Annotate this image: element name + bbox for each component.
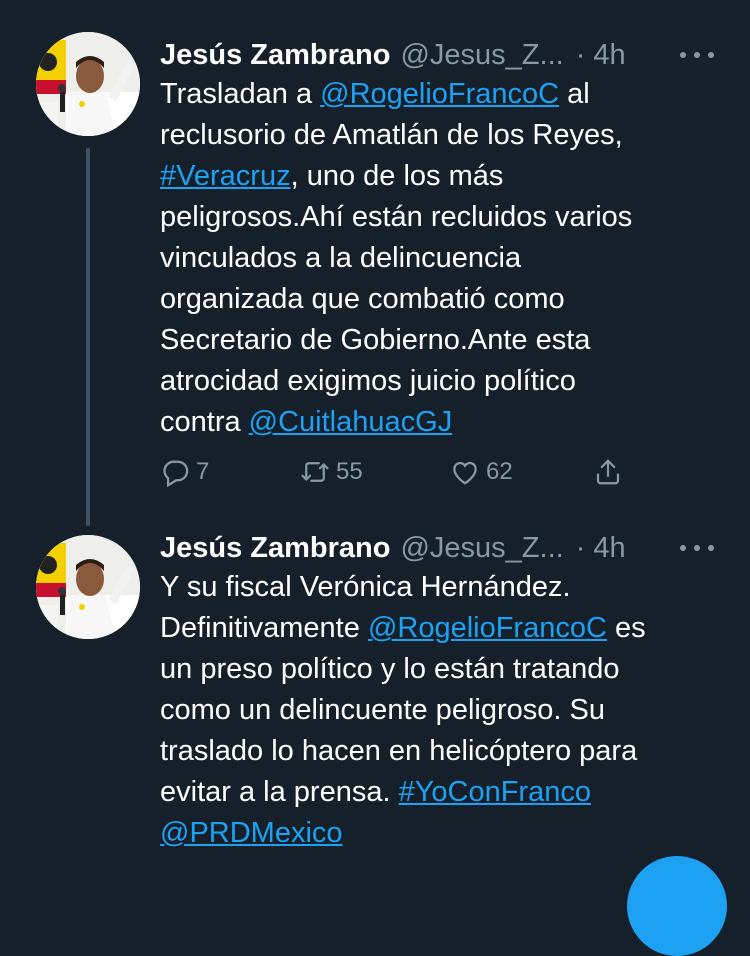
tweet-text-line: vinculados a la delincuencia [160, 238, 725, 279]
tweet-text-segment: Definitivamente [160, 612, 368, 644]
mention-link[interactable]: @PRDMexico [160, 817, 343, 849]
tweet-text-segment: atrocidad exigimos juicio político [160, 365, 576, 397]
tweet-text-line: reclusorio de Amatlán de los Reyes, [160, 115, 725, 156]
avatar-image [36, 32, 140, 136]
tweet-text-line: un preso político y lo están tratando [160, 649, 725, 690]
tweet-text-line: #Veracruz, uno de los más [160, 156, 725, 197]
tweet-text-line: contra @CuitlahuacGJ [160, 402, 725, 443]
tweet-text-segment: como un delincuente peligroso. Su [160, 694, 605, 726]
tweet-text-segment: contra [160, 406, 249, 438]
tweet-actions: 7 55 62 [160, 452, 640, 492]
tweet-text-line: Y su fiscal Verónica Hernández. [160, 567, 725, 608]
timestamp[interactable]: · 4h [576, 532, 626, 565]
tweet-text-segment: peligrosos.Ahí están recluidos varios [160, 201, 633, 233]
tweet-text-line: Secretario de Gobierno.Ante esta [160, 320, 725, 361]
like-button[interactable]: 62 [450, 452, 513, 492]
tweet[interactable]: Jesús Zambrano @Jesus_Z... · 4h Traslada… [0, 32, 750, 502]
hashtag-link[interactable]: #Veracruz [160, 160, 291, 192]
hashtag-link[interactable]: #YoConFranco [399, 776, 591, 808]
tweet-header: Jesús Zambrano @Jesus_Z... · 4h [160, 32, 740, 78]
tweet-text-line: organizada que combatió como [160, 279, 725, 320]
compose-button[interactable] [627, 856, 727, 956]
thread-line [86, 148, 90, 526]
more-icon[interactable] [680, 531, 714, 565]
retweet-button[interactable]: 55 [300, 452, 363, 492]
reply-icon [163, 460, 189, 487]
tweet-text-segment: traslado lo hacen en helicóptero para [160, 735, 638, 767]
tweet-text-line: Trasladan a @RogelioFrancoC al [160, 74, 725, 115]
tweet-text-segment: Secretario de Gobierno.Ante esta [160, 324, 591, 356]
avatar[interactable] [36, 32, 140, 136]
mention-link[interactable]: @RogelioFrancoC [320, 78, 559, 110]
reply-button[interactable]: 7 [160, 452, 209, 492]
tweet-text-segment: Y su fiscal Verónica Hernández. [160, 571, 571, 603]
tweet-header: Jesús Zambrano @Jesus_Z... · 4h [160, 525, 740, 571]
tweet-text-segment: Trasladan a [160, 78, 321, 110]
mention-link[interactable]: @CuitlahuacGJ [249, 406, 453, 438]
author-handle[interactable]: @Jesus_Z... [400, 39, 563, 72]
share-icon [596, 459, 620, 485]
tweet-text-segment: es [606, 612, 646, 644]
like-icon [453, 461, 477, 485]
tweet-text-line: como un delincuente peligroso. Su [160, 690, 725, 731]
tweet[interactable]: Jesús Zambrano @Jesus_Z... · 4h Y su fis… [0, 525, 750, 873]
author-name[interactable]: Jesús Zambrano [160, 532, 390, 565]
tweet-text-segment: al [559, 78, 590, 110]
timestamp[interactable]: · 4h [576, 39, 626, 72]
tweet-text-segment: reclusorio de Amatlán de los Reyes, [160, 119, 623, 151]
tweet-text-line: @PRDMexico [160, 813, 725, 854]
avatar[interactable] [36, 535, 140, 639]
like-count: 62 [486, 458, 513, 485]
mention-link[interactable]: @RogelioFrancoC [368, 612, 607, 644]
tweet-text-segment: , uno de los más [290, 160, 504, 192]
tweet-text-segment: vinculados a la delincuencia [160, 242, 522, 274]
tweet-text-line: atrocidad exigimos juicio político [160, 361, 725, 402]
author-handle[interactable]: @Jesus_Z... [400, 532, 563, 565]
tweet-text-line: peligrosos.Ahí están recluidos varios [160, 197, 725, 238]
share-button[interactable] [593, 452, 623, 492]
tweet-text: Y su fiscal Verónica Hernández. Definitiv… [160, 567, 725, 854]
retweet-icon [301, 462, 329, 482]
tweet-text-line: evitar a la prensa. #YoConFranco [160, 772, 725, 813]
tweet-text-segment: evitar a la prensa. [160, 776, 399, 808]
tweet-text: Trasladan a @RogelioFrancoC al reclusorio… [160, 74, 725, 443]
reply-count: 7 [196, 458, 210, 485]
more-icon[interactable] [680, 38, 714, 72]
tweet-text-segment: organizada que combatió como [160, 283, 565, 315]
avatar-image [36, 535, 140, 639]
tweet-text-segment: un preso político y lo están tratando [160, 653, 620, 685]
author-name[interactable]: Jesús Zambrano [160, 39, 390, 72]
retweet-count: 55 [336, 458, 363, 485]
tweet-text-line: traslado lo hacen en helicóptero para [160, 731, 725, 772]
tweet-text-line: Definitivamente @RogelioFrancoC es [160, 608, 725, 649]
